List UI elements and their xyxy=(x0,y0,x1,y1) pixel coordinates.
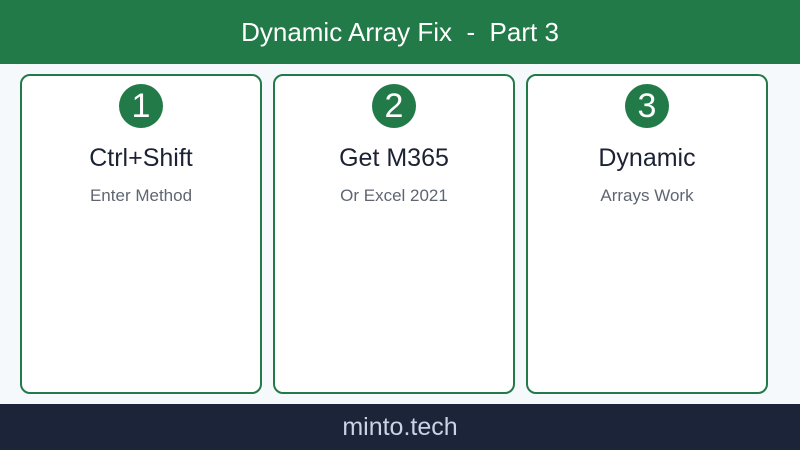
page-title: Dynamic Array Fix - Part 3 xyxy=(241,16,559,47)
step-number-badge: 1 xyxy=(119,84,163,128)
header-banner: Dynamic Array Fix - Part 3 xyxy=(0,0,800,64)
step-title: Ctrl+Shift xyxy=(89,144,193,172)
step-title: Get M365 xyxy=(339,144,449,172)
step-cards: 1 Ctrl+Shift Enter Method 2 Get M365 Or … xyxy=(20,74,772,397)
step-subtitle: Arrays Work xyxy=(600,186,694,205)
step-number-badge: 3 xyxy=(625,84,669,128)
step-card-2: 2 Get M365 Or Excel 2021 xyxy=(273,74,515,394)
step-subtitle: Enter Method xyxy=(89,186,193,205)
step-card-1: 1 Ctrl+Shift Enter Method xyxy=(20,74,262,394)
step-number-badge: 2 xyxy=(372,84,416,128)
footer-site-name: minto.tech xyxy=(342,412,458,441)
step-title: Dynamic xyxy=(598,144,696,172)
step-subtitle: Or Excel 2021 xyxy=(340,186,448,205)
step-card-3: 3 Dynamic Arrays Work xyxy=(526,74,768,394)
footer-bar: minto.tech xyxy=(0,404,800,450)
